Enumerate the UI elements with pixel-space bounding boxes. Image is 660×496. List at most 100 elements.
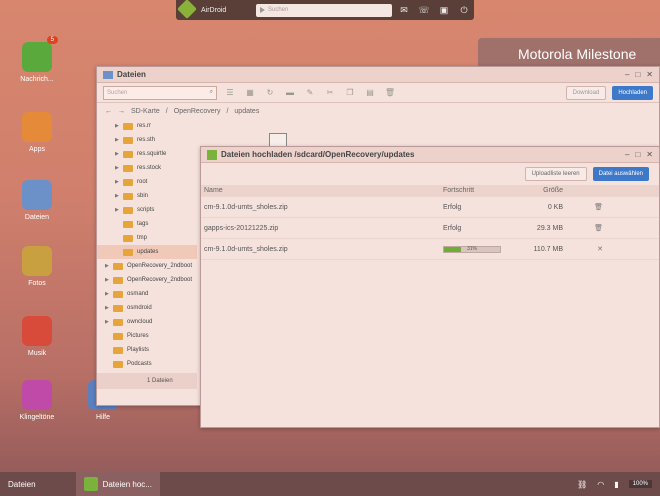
expand-arrow-icon[interactable]: ▶	[105, 305, 113, 311]
airdroid-logo-icon	[176, 0, 198, 20]
tree-item[interactable]: ▶ res.squirtle	[97, 147, 197, 161]
folder-icon	[123, 122, 133, 130]
phone-icon[interactable]: ☏	[414, 0, 434, 20]
tree-item[interactable]: Podcasts	[97, 357, 197, 371]
folder-icon	[113, 276, 123, 284]
tree-item[interactable]: ▶ owncloud	[97, 315, 197, 329]
paste-icon[interactable]: ▤	[363, 88, 377, 97]
taskbar-item-upload[interactable]: Dateien hoc...	[75, 472, 160, 496]
cut-icon[interactable]: ✂	[323, 88, 337, 97]
upload-row: cm-9.1.0d-umts_sholes.zip 31% 110.7 MB ✕	[201, 239, 659, 260]
folder-icon	[123, 178, 133, 186]
upload-table-header: Name Fortschritt Größe	[201, 185, 659, 197]
folder-icon	[123, 248, 133, 256]
tree-item[interactable]: ▶ res.sth	[97, 133, 197, 147]
desktop-icon-apps[interactable]: Apps	[11, 112, 63, 153]
trash-icon[interactable]: 🗑	[563, 224, 603, 232]
refresh-icon[interactable]: ↻	[263, 88, 277, 97]
mail-icon[interactable]: ✉	[394, 0, 414, 20]
contacts-icon[interactable]: ▣	[434, 0, 454, 20]
power-icon[interactable]: ⏻	[454, 0, 474, 20]
expand-arrow-icon[interactable]: ▶	[115, 207, 123, 213]
tree-item[interactable]: ▶ scripts	[97, 203, 197, 217]
desktop-icon-musik[interactable]: Musik	[11, 316, 63, 357]
new-folder-icon[interactable]: ▬	[283, 88, 297, 97]
breadcrumb-item[interactable]: OpenRecovery	[174, 108, 221, 115]
tree-item-label: res.stock	[137, 165, 162, 171]
choose-file-button[interactable]: Datei auswählen	[592, 167, 649, 181]
list-view-icon[interactable]: ☰	[223, 88, 237, 97]
expand-arrow-icon[interactable]: ▶	[115, 179, 123, 185]
tree-item-label: tmp	[137, 235, 148, 241]
files-window-titlebar[interactable]: Dateien – □ ✕	[97, 67, 659, 83]
tree-item[interactable]: ▶ osmand	[97, 287, 197, 301]
expand-arrow-icon[interactable]: ▶	[115, 193, 123, 199]
close-icon[interactable]: ✕	[646, 150, 653, 159]
tree-item[interactable]: ▶ osmdroid	[97, 301, 197, 315]
expand-arrow-icon[interactable]: ▶	[115, 165, 123, 171]
rename-icon[interactable]: ✎	[303, 88, 317, 97]
file-size: 110.7 MB	[533, 245, 563, 253]
tree-item[interactable]: ▶ res.stock	[97, 161, 197, 175]
desktop-icon-label: Fotos	[28, 280, 46, 287]
tree-item[interactable]: ▶ sbin	[97, 189, 197, 203]
upload-actions: Uploadliste leeren Datei auswählen	[201, 163, 659, 185]
airdroid-top-bar: AirDroid Suchen ✉ ☏ ▣ ⏻	[176, 0, 474, 20]
expand-arrow-icon[interactable]: ▶	[105, 277, 113, 283]
desktop-icon-fotos[interactable]: Fotos	[11, 246, 63, 287]
desktop-icon-klingeltone[interactable]: Klingeltöne	[11, 380, 63, 421]
desktop-icon-label: Nachrich...	[20, 76, 54, 83]
signal-icon: ▮	[614, 479, 619, 489]
expand-arrow-icon[interactable]: ▶	[115, 151, 123, 157]
expand-arrow-icon[interactable]: ▶	[105, 291, 113, 297]
breadcrumb-item[interactable]: SD-Karte	[131, 108, 160, 115]
upload-button[interactable]: Hochladen	[612, 85, 653, 100]
tree-item-label: root	[137, 179, 148, 185]
expand-arrow-icon[interactable]: ▶	[115, 123, 123, 129]
back-arrow-icon[interactable]: ←	[105, 108, 112, 115]
tree-item-label: Playlists	[127, 347, 150, 353]
tree-item[interactable]: tags	[97, 217, 197, 231]
download-button[interactable]: Download	[565, 85, 607, 100]
close-icon[interactable]: ✕	[646, 70, 653, 79]
clear-upload-list-button[interactable]: Uploadliste leeren	[524, 167, 587, 181]
minimize-icon[interactable]: –	[625, 150, 629, 159]
trash-icon[interactable]: 🗑	[563, 203, 603, 211]
expand-arrow-icon[interactable]: ▶	[115, 137, 123, 143]
tree-item[interactable]: ▶ root	[97, 175, 197, 189]
desktop-icon-label: Hilfe	[95, 414, 110, 421]
desktop-icon-nachrichten[interactable]: 5 Nachrich...	[11, 36, 63, 83]
link-icon[interactable]: ⛓	[577, 480, 587, 489]
delete-icon[interactable]: 🗑	[383, 88, 397, 97]
folder-tree: ▶ res.rr ▶ res.sth ▶ res.squirtle ▶ res.stock ▶ r…	[97, 119, 197, 389]
search-icon[interactable]: ⌕	[210, 89, 213, 96]
top-search-input[interactable]: Suchen	[256, 3, 392, 17]
upload-window: Dateien hochladen /sdcard/OpenRecovery/u…	[200, 146, 660, 428]
expand-arrow-icon[interactable]: ▶	[105, 319, 113, 325]
taskbar-item-dateien[interactable]: Dateien	[0, 472, 44, 496]
tree-item[interactable]: updates	[97, 245, 197, 259]
maximize-icon[interactable]: □	[635, 70, 640, 79]
breadcrumb-item[interactable]: updates	[234, 108, 259, 115]
taskbar: Dateien Dateien hoc... ⛓ ◠ ▮ 100%	[0, 472, 660, 496]
tree-item[interactable]: ▶ OpenRecovery_2ndboot	[97, 273, 197, 287]
tree-item-label: scripts	[137, 207, 155, 213]
forward-arrow-icon[interactable]: →	[118, 108, 125, 115]
cancel-icon[interactable]: ✕	[563, 245, 603, 253]
expand-arrow-icon[interactable]: ▶	[105, 263, 113, 269]
grid-view-icon[interactable]: ▦	[243, 88, 257, 97]
tree-item[interactable]: ▶ res.rr	[97, 119, 197, 133]
files-search-input[interactable]: Suchen ⌕	[103, 85, 217, 100]
file-count-status: 1 Dateien	[97, 373, 197, 389]
tree-item[interactable]: ▶ OpenRecovery_2ndboot	[97, 259, 197, 273]
upload-window-titlebar[interactable]: Dateien hochladen /sdcard/OpenRecovery/u…	[201, 147, 659, 163]
copy-icon[interactable]: ❐	[343, 88, 357, 97]
tree-item[interactable]: Pictures	[97, 329, 197, 343]
minimize-icon[interactable]: –	[625, 70, 629, 79]
desktop-icon-dateien[interactable]: Dateien	[11, 180, 63, 221]
upload-status: Erfolg	[443, 224, 462, 232]
tree-item[interactable]: Playlists	[97, 343, 197, 357]
tree-item[interactable]: tmp	[97, 231, 197, 245]
tree-item-label: OpenRecovery_2ndboot	[127, 263, 193, 269]
maximize-icon[interactable]: □	[635, 150, 640, 159]
